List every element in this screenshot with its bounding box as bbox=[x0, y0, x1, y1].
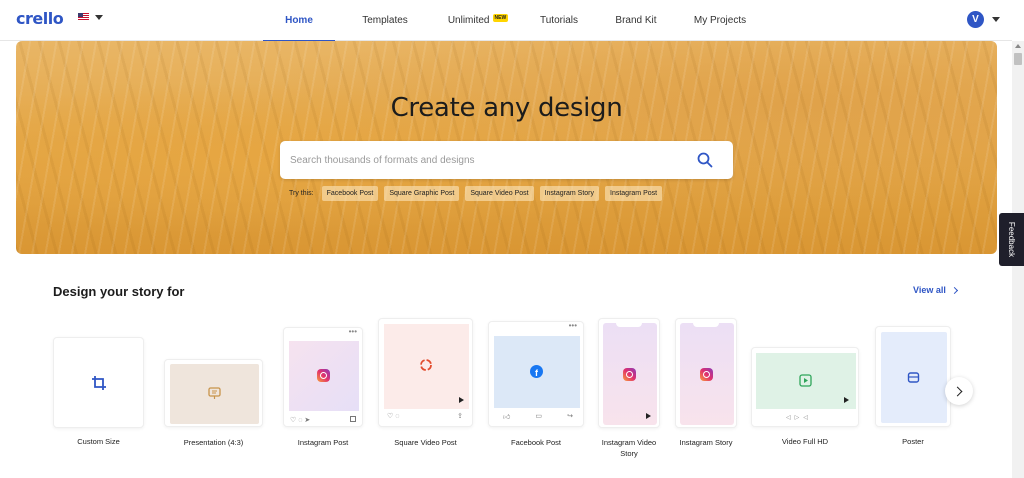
card-label: Instagram Post bbox=[297, 438, 349, 447]
nav-my-projects[interactable]: My Projects bbox=[683, 0, 757, 41]
card-label: Poster bbox=[902, 437, 924, 446]
search-box bbox=[280, 141, 733, 179]
us-flag-icon bbox=[78, 13, 89, 21]
card-thumbnail bbox=[164, 359, 263, 427]
nav-templates[interactable]: Templates bbox=[347, 0, 423, 41]
instagram-icon bbox=[623, 368, 636, 381]
card-thumbnail bbox=[875, 326, 951, 427]
caret-down-icon bbox=[95, 14, 103, 20]
card-thumbnail bbox=[675, 318, 737, 428]
suggestion-chip[interactable]: Square Graphic Post bbox=[384, 186, 460, 201]
poster-icon bbox=[907, 372, 920, 383]
feedback-label: Feedback bbox=[1007, 221, 1017, 258]
main-nav: Home Templates Unlimited NEW Tutorials B… bbox=[263, 0, 757, 42]
format-card-video-full-hd[interactable]: ◁▷◁ Video Full HD bbox=[751, 347, 859, 449]
format-card-custom-size[interactable]: Custom Size bbox=[53, 337, 144, 447]
card-label: Presentation (4:3) bbox=[183, 438, 244, 447]
phone-notch bbox=[616, 323, 642, 327]
card-label: Video Full HD bbox=[781, 437, 829, 446]
scroll-thumb[interactable] bbox=[1014, 53, 1022, 65]
section-title: Design your story for bbox=[53, 284, 185, 299]
view-all-label: View all bbox=[913, 285, 946, 295]
bookmark-icon bbox=[350, 416, 356, 422]
more-dots-icon: ••• bbox=[568, 321, 577, 330]
video-controls-icon: ◁▷◁ bbox=[786, 415, 812, 421]
post-actions-icon: ♡ ◌ bbox=[387, 413, 400, 420]
loop-icon bbox=[420, 359, 432, 371]
play-icon bbox=[799, 374, 812, 387]
instagram-icon bbox=[700, 368, 713, 381]
card-thumbnail: ••• ♡ ◌ ➤ bbox=[283, 327, 363, 427]
card-label: Custom Size bbox=[77, 437, 120, 446]
suggestion-chip[interactable]: Instagram Story bbox=[539, 186, 599, 201]
nav-unlimited-label: Unlimited bbox=[447, 15, 490, 26]
format-card-square-video-post[interactable]: ♡ ◌ ⇪ Square Video Post bbox=[378, 318, 473, 449]
format-card-instagram-story[interactable]: Instagram Story bbox=[675, 318, 737, 449]
new-badge: NEW bbox=[492, 13, 509, 22]
format-card-facebook-post[interactable]: ••• f 👍︎ ▭ ↪ Facebook Post bbox=[488, 321, 584, 449]
post-actions-icon: 👍︎ ▭ ↪ bbox=[503, 413, 573, 421]
presentation-icon bbox=[208, 387, 221, 399]
hero-title: Create any design bbox=[390, 93, 623, 123]
try-this-label: Try this: bbox=[289, 190, 314, 197]
top-navigation-bar: crello Home Templates Unlimited NEW Tuto… bbox=[0, 0, 1012, 42]
carousel-next-button[interactable] bbox=[945, 377, 973, 405]
card-thumbnail: ••• f 👍︎ ▭ ↪ bbox=[488, 321, 584, 427]
card-label: Facebook Post bbox=[510, 438, 562, 447]
phone-notch bbox=[693, 323, 719, 327]
instagram-icon bbox=[317, 369, 330, 382]
card-thumbnail bbox=[53, 337, 144, 428]
hero-banner: Create any design Try this: Facebook Pos… bbox=[16, 41, 997, 254]
card-thumbnail: ◁▷◁ bbox=[751, 347, 859, 427]
post-actions-icon: ♡ ◌ ➤ bbox=[290, 417, 311, 424]
nav-tutorials[interactable]: Tutorials bbox=[529, 0, 589, 41]
nav-home[interactable]: Home bbox=[263, 0, 335, 42]
play-icon bbox=[459, 397, 464, 403]
suggestion-chip[interactable]: Facebook Post bbox=[321, 186, 379, 201]
avatar: V bbox=[967, 11, 984, 28]
play-icon bbox=[646, 413, 651, 419]
card-label: Instagram Video Story bbox=[601, 438, 657, 458]
play-icon bbox=[844, 397, 849, 403]
format-card-poster[interactable]: Poster bbox=[875, 326, 951, 449]
format-card-presentation[interactable]: Presentation (4:3) bbox=[164, 359, 263, 449]
chevron-right-icon bbox=[950, 286, 958, 294]
scroll-up-arrow-icon[interactable] bbox=[1012, 41, 1024, 51]
search-suggestions: Try this: Facebook Post Square Graphic P… bbox=[289, 186, 663, 201]
card-label: Instagram Story bbox=[679, 438, 733, 447]
language-selector[interactable] bbox=[78, 13, 103, 21]
facebook-icon: f bbox=[530, 365, 543, 378]
view-all-link[interactable]: View all bbox=[913, 285, 958, 295]
share-icon: ⇪ bbox=[457, 413, 463, 420]
card-label: Square Video Post bbox=[394, 438, 457, 447]
feedback-tab[interactable]: Feedback bbox=[999, 213, 1024, 266]
format-card-instagram-post[interactable]: ••• ♡ ◌ ➤ Instagram Post bbox=[283, 327, 363, 449]
crello-logo[interactable]: crello bbox=[16, 9, 64, 28]
format-card-instagram-video-story[interactable]: Instagram Video Story bbox=[598, 318, 660, 460]
card-thumbnail bbox=[598, 318, 660, 428]
more-dots-icon: ••• bbox=[348, 327, 357, 336]
nav-unlimited[interactable]: Unlimited NEW bbox=[435, 0, 521, 41]
account-menu[interactable]: V bbox=[967, 11, 1000, 28]
search-icon[interactable] bbox=[697, 152, 713, 168]
suggestion-chip[interactable]: Square Video Post bbox=[465, 186, 534, 201]
crop-icon bbox=[92, 376, 106, 390]
suggestion-chip[interactable]: Instagram Post bbox=[605, 186, 663, 201]
chevron-right-icon bbox=[952, 386, 963, 396]
caret-down-icon bbox=[992, 17, 1000, 22]
search-input[interactable] bbox=[290, 141, 680, 179]
card-thumbnail: ♡ ◌ ⇪ bbox=[378, 318, 473, 427]
nav-brand-kit[interactable]: Brand Kit bbox=[607, 0, 665, 41]
